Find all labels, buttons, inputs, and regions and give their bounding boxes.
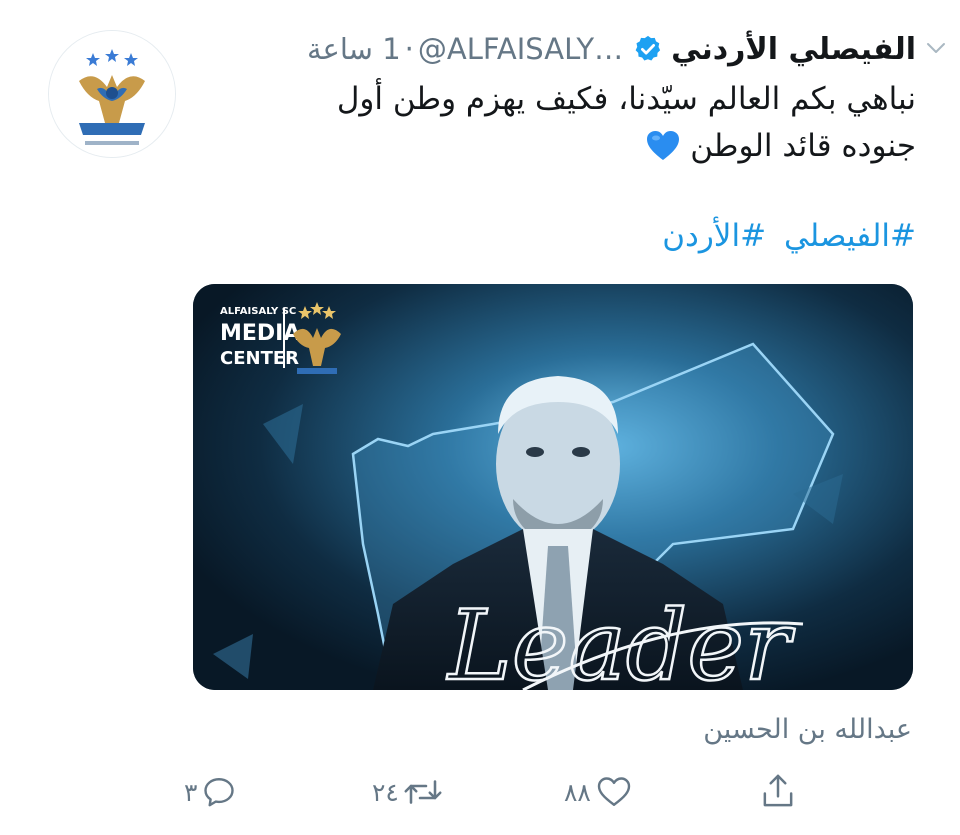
tweet-header: الفيصلي الأردني @ALFAISALY… · 1 ساعة <box>196 26 916 72</box>
club-crest-logo <box>49 31 175 157</box>
retweet-count: ٢٤ <box>372 777 399 807</box>
tweet-text-line-1: نباهي بكم العالم سيّدنا، فكيف يهزم وطن أ… <box>336 81 916 117</box>
timestamp[interactable]: 1 ساعة <box>307 32 401 66</box>
avatar[interactable] <box>48 30 176 158</box>
hashtag-link[interactable]: #الفيصلي <box>784 218 916 254</box>
heart-icon <box>597 777 631 806</box>
tweet-text: نباهي بكم العالم سيّدنا، فكيف يهزم وطن أ… <box>236 76 916 170</box>
reply-button[interactable]: ٣ <box>184 772 237 812</box>
display-name[interactable]: الفيصلي الأردني <box>671 32 916 67</box>
hashtags: #الفيصلي #الأردن <box>654 218 916 254</box>
retweet-icon <box>404 780 442 804</box>
media-artwork: Leader ALFAISALY SC MEDIA CENTER <box>193 284 913 690</box>
tweet-text-line-2: جنوده قائد الوطن <box>236 123 916 170</box>
hashtag-link[interactable]: #الأردن <box>662 218 766 254</box>
media-caption: عبدالله بن الحسين <box>703 714 912 745</box>
logo-line-3: CENTER <box>220 348 299 369</box>
verified-badge-icon <box>635 35 661 61</box>
reply-icon <box>204 778 235 807</box>
retweet-button[interactable]: ٢٤ <box>372 772 443 812</box>
tweet-text-line-2-text: جنوده قائد الوطن <box>690 128 916 164</box>
share-icon <box>763 774 793 807</box>
media-script-text: Leader <box>446 590 795 690</box>
reply-count: ٣ <box>184 777 198 807</box>
tweet-actions: ٣ ٢٤ ٨٨ <box>0 760 960 820</box>
chevron-down-icon[interactable] <box>924 36 948 60</box>
like-button[interactable]: ٨٨ <box>564 772 633 812</box>
logo-line-2: MEDIA <box>220 321 300 346</box>
like-count: ٨٨ <box>564 777 591 807</box>
blue-heart-emoji-icon <box>647 131 680 160</box>
user-handle[interactable]: @ALFAISALY… <box>418 32 623 66</box>
separator-dot: · <box>404 32 414 66</box>
tweet-media-image[interactable]: Leader ALFAISALY SC MEDIA CENTER <box>193 284 913 690</box>
tweet: الفيصلي الأردني @ALFAISALY… · 1 ساعة نبا… <box>0 0 960 835</box>
share-button[interactable] <box>760 772 796 812</box>
